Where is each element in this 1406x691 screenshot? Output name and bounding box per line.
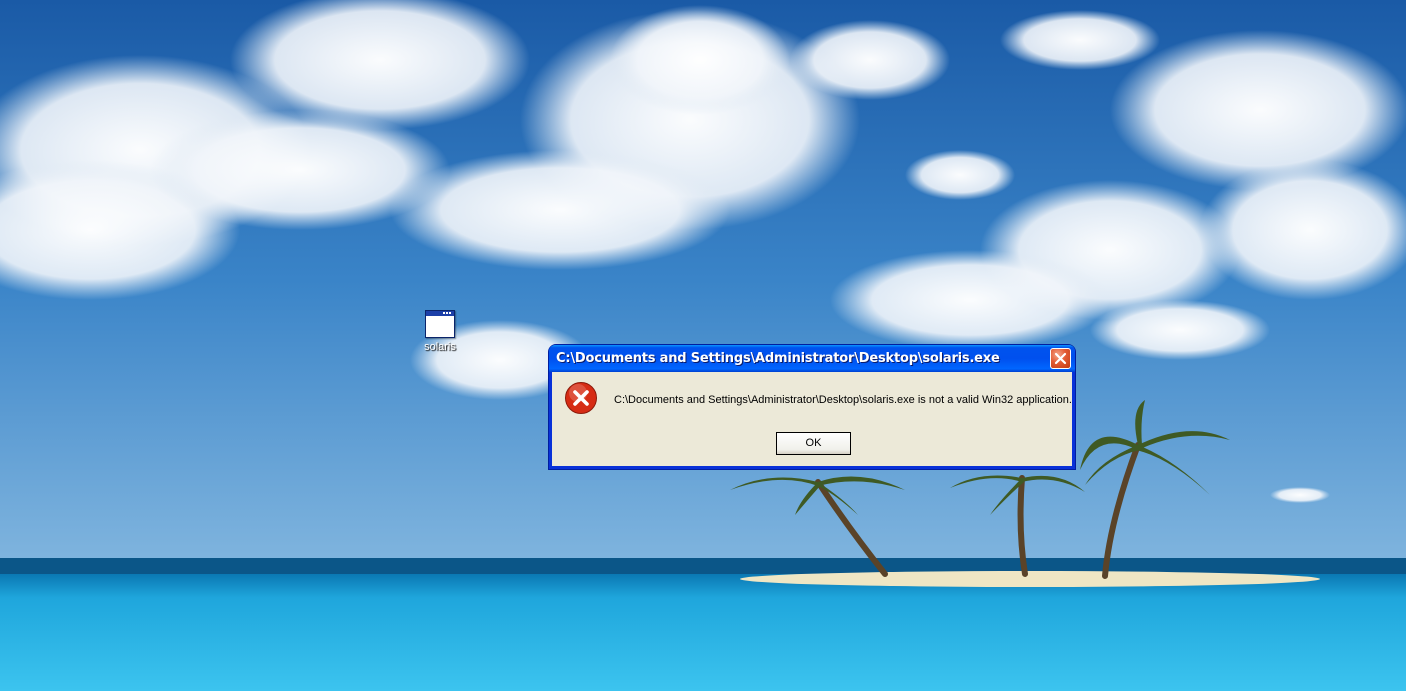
- desktop[interactable]: solaris C:\Documents and Settings\Admini…: [0, 0, 1406, 691]
- error-message: C:\Documents and Settings\Administrator\…: [614, 394, 1072, 406]
- close-button[interactable]: [1050, 348, 1071, 369]
- desktop-icon-solaris[interactable]: solaris: [414, 308, 466, 354]
- error-dialog: C:\Documents and Settings\Administrator\…: [549, 345, 1075, 469]
- desktop-icon-label: solaris: [424, 341, 456, 353]
- close-icon: [1054, 352, 1067, 365]
- dialog-body: C:\Documents and Settings\Administrator\…: [552, 372, 1072, 466]
- dialog-title: C:\Documents and Settings\Administrator\…: [556, 351, 1000, 366]
- ok-button[interactable]: OK: [776, 432, 851, 455]
- application-window-icon: [425, 310, 455, 338]
- error-icon: [565, 382, 597, 414]
- dialog-titlebar[interactable]: C:\Documents and Settings\Administrator\…: [549, 345, 1075, 372]
